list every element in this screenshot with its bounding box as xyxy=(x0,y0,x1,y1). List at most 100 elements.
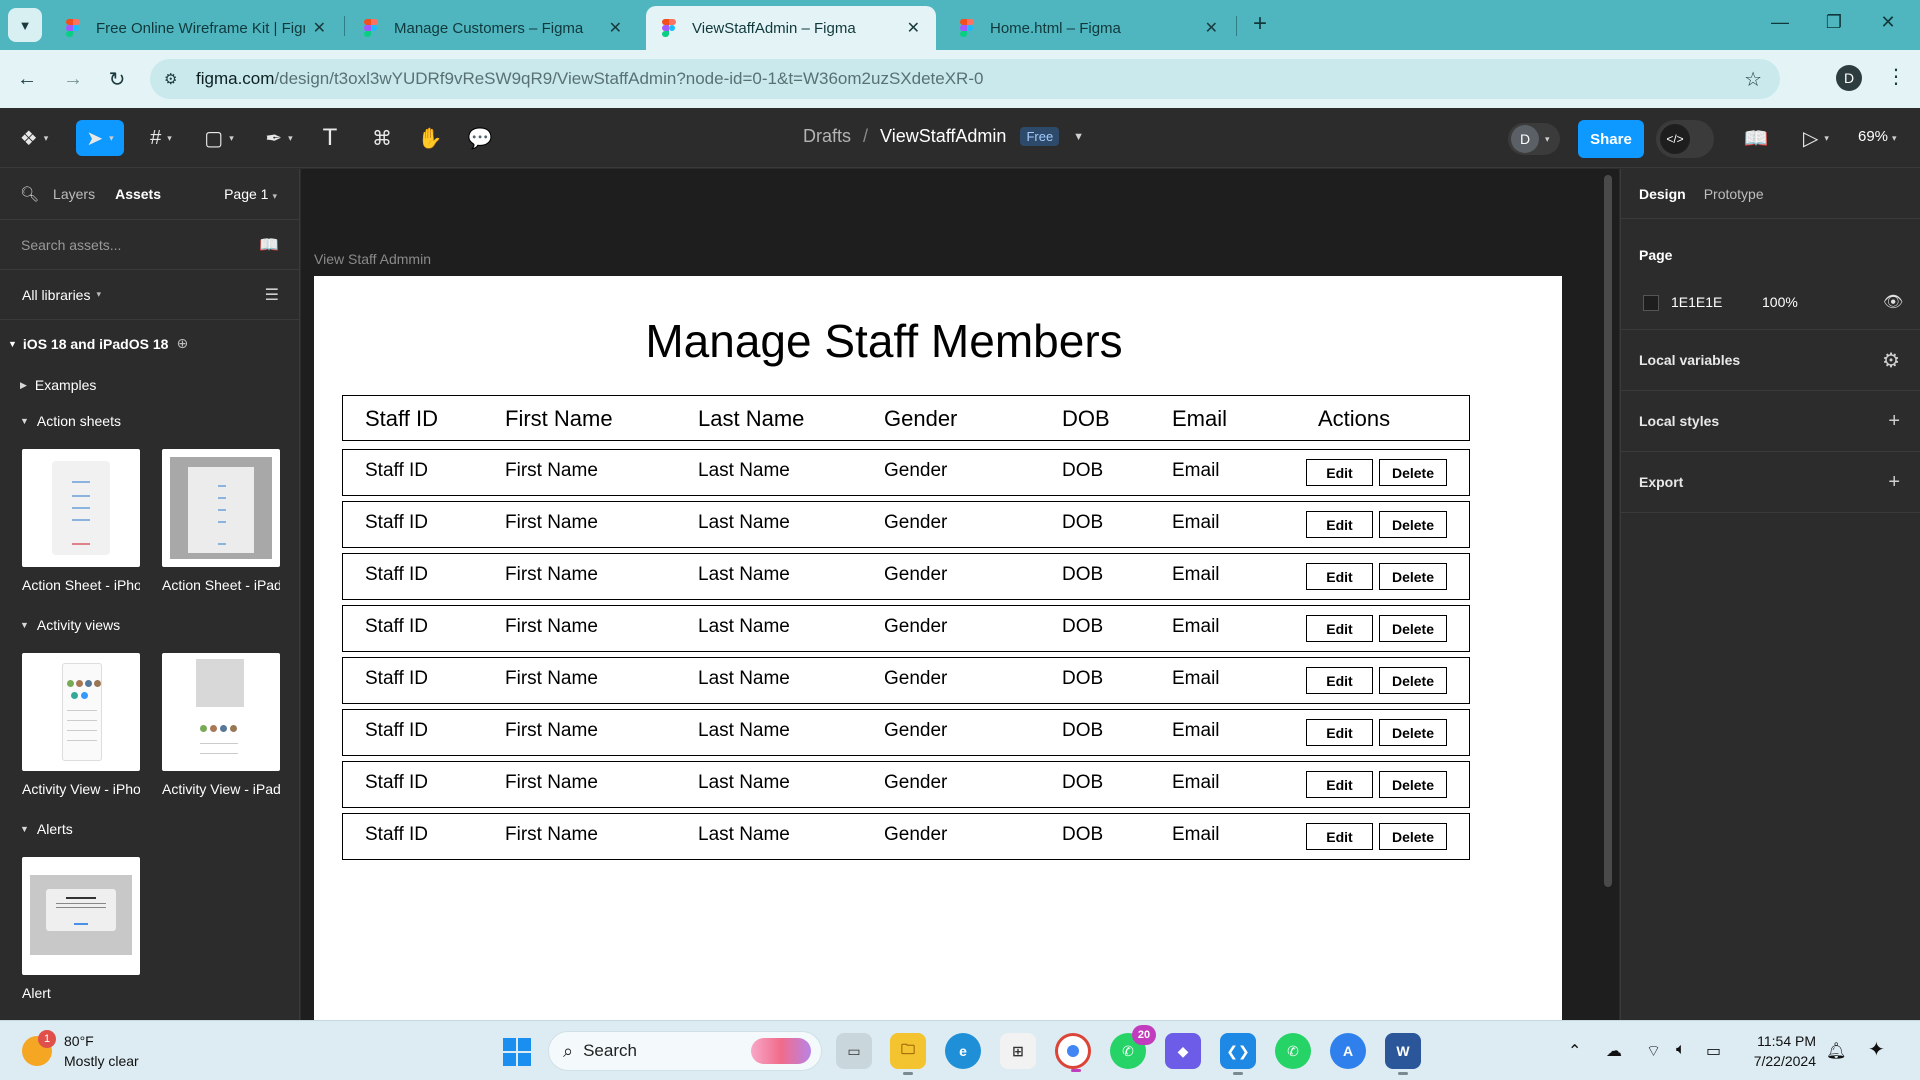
profile-avatar[interactable]: D xyxy=(1836,65,1862,91)
reload-button[interactable]: ↻ xyxy=(102,64,132,94)
book-icon[interactable]: 📖 xyxy=(259,235,279,255)
resources-button[interactable]: ⌘ xyxy=(366,120,398,156)
copilot-icon[interactable]: ✦ xyxy=(1868,1037,1885,1062)
store-icon[interactable]: ⊞ xyxy=(1000,1033,1036,1069)
edit-button[interactable]: Edit xyxy=(1306,771,1373,798)
page-color-swatch[interactable] xyxy=(1643,295,1659,311)
asset-action-sheet-ipad[interactable]: Action Sheet - iPad xyxy=(162,449,280,593)
task-view-icon[interactable]: ▭ xyxy=(836,1033,872,1069)
close-icon[interactable]: ✕ xyxy=(1205,18,1218,38)
zoom-menu[interactable]: 69% ▾ xyxy=(1858,128,1897,145)
tab-assets[interactable]: Assets xyxy=(115,186,161,202)
delete-button[interactable]: Delete xyxy=(1379,667,1447,694)
weather-widget[interactable]: 1 80°F Mostly clear xyxy=(22,1030,139,1071)
design-canvas[interactable]: View Staff Admmin Manage Staff Members S… xyxy=(301,169,1619,1020)
tab-design[interactable]: Design xyxy=(1639,186,1686,202)
section-alerts[interactable]: ▼ Alerts xyxy=(0,811,299,847)
comment-tool-button[interactable]: 💬 xyxy=(464,120,496,156)
wifi-icon[interactable]: ⌔ xyxy=(1646,1041,1661,1061)
share-button[interactable]: Share xyxy=(1578,120,1644,158)
cloud-offline-icon[interactable]: ☁ xyxy=(1606,1041,1622,1061)
close-icon[interactable]: ✕ xyxy=(907,18,920,38)
assets-search[interactable]: Search assets... 📖 xyxy=(0,219,299,269)
asset-activity-view-ipad[interactable]: Activity View - iPad xyxy=(162,653,280,797)
export-row[interactable]: Export + xyxy=(1621,452,1920,513)
chevron-up-icon[interactable]: ⌃ xyxy=(1568,1041,1581,1061)
delete-button[interactable]: Delete xyxy=(1379,459,1447,486)
delete-button[interactable]: Delete xyxy=(1379,563,1447,590)
list-view-icon[interactable]: ☰ xyxy=(265,285,279,305)
plus-icon[interactable]: + xyxy=(1888,471,1900,494)
delete-button[interactable]: Delete xyxy=(1379,719,1447,746)
close-icon[interactable]: ✕ xyxy=(609,18,622,38)
move-tool-button[interactable]: ➤ ▾ xyxy=(76,120,124,156)
whatsapp-icon[interactable]: ✆ 20 xyxy=(1110,1025,1156,1069)
section-examples[interactable]: ▶ Examples xyxy=(0,367,299,403)
file-name[interactable]: ViewStaffAdmin xyxy=(880,126,1006,147)
delete-button[interactable]: Delete xyxy=(1379,511,1447,538)
vertical-scrollbar[interactable] xyxy=(1604,175,1612,887)
plus-icon[interactable]: + xyxy=(1888,410,1900,433)
search-icon[interactable]: 🔍︎ xyxy=(20,185,39,203)
browser-tab-viewstaffadmin[interactable]: ViewStaffAdmin – Figma ✕ xyxy=(646,6,936,50)
browser-tab-manage-customers[interactable]: Manage Customers – Figma ✕ xyxy=(348,6,638,50)
frame-name-label[interactable]: View Staff Admmin xyxy=(314,251,431,267)
local-styles-row[interactable]: Local styles + xyxy=(1621,391,1920,452)
taskbar-search[interactable]: ⌕ Search xyxy=(548,1031,822,1071)
close-window-button[interactable]: ✕ xyxy=(1868,12,1908,33)
vscode-icon[interactable]: ❮❯ xyxy=(1220,1033,1256,1075)
notifications-bell-icon[interactable]: 🔔︎ xyxy=(1826,1041,1846,1061)
system-clock[interactable]: 11:54 PM 7/22/2024 xyxy=(1746,1031,1816,1071)
chevron-down-icon[interactable]: ▼ xyxy=(1073,131,1084,143)
file-explorer-icon[interactable]: 🗀 xyxy=(890,1033,926,1075)
frame-tool-button[interactable]: # ▾ xyxy=(140,120,182,156)
page-selector[interactable]: Page 1 ▾ xyxy=(224,186,277,202)
forward-button[interactable]: → xyxy=(58,64,88,94)
address-bar[interactable]: ⚙ figma.com/design/t3oxl3wYUDRf9vReSW9qR… xyxy=(150,59,1780,99)
library-header[interactable]: ▼ iOS 18 and iPadOS 18 ⊕ xyxy=(0,319,299,367)
delete-button[interactable]: Delete xyxy=(1379,771,1447,798)
volume-icon[interactable]: 🔈︎ xyxy=(1676,1041,1686,1059)
delete-button[interactable]: Delete xyxy=(1379,615,1447,642)
eye-icon[interactable]: 👁︎ xyxy=(1883,292,1903,312)
bookmark-star-icon[interactable]: ☆ xyxy=(1744,67,1762,92)
edit-button[interactable]: Edit xyxy=(1306,823,1373,850)
edit-button[interactable]: Edit xyxy=(1306,667,1373,694)
edge-icon[interactable]: e xyxy=(945,1033,981,1069)
breadcrumb-drafts[interactable]: Drafts xyxy=(803,126,851,147)
tab-prototype[interactable]: Prototype xyxy=(1704,186,1764,202)
edit-button[interactable]: Edit xyxy=(1306,459,1373,486)
chrome-icon[interactable] xyxy=(1055,1033,1091,1072)
pen-tool-button[interactable]: ✒ ▾ xyxy=(258,120,300,156)
delete-button[interactable]: Delete xyxy=(1379,823,1447,850)
whatsapp-business-icon[interactable]: ✆ xyxy=(1275,1033,1311,1069)
text-tool-button[interactable]: T xyxy=(314,120,346,156)
app-cube-icon[interactable]: ◆ xyxy=(1165,1033,1201,1069)
variables-settings-icon[interactable]: ⚙ xyxy=(1882,348,1900,373)
browser-tab-home[interactable]: Home.html – Figma ✕ xyxy=(944,6,1234,50)
word-icon[interactable]: W xyxy=(1385,1033,1421,1075)
tab-search-button[interactable]: ▼ xyxy=(8,8,42,42)
frame-view-staff-admin[interactable]: Manage Staff Members Staff ID First Name… xyxy=(314,276,1562,1020)
search-input[interactable]: Search assets... xyxy=(21,237,121,253)
minimize-button[interactable]: — xyxy=(1760,12,1800,33)
user-avatar-menu[interactable]: D ▾ xyxy=(1508,123,1560,155)
main-menu-button[interactable]: ❖ ▾ xyxy=(16,120,52,156)
tab-layers[interactable]: Layers xyxy=(53,186,95,202)
library-button[interactable]: 📖 xyxy=(1740,120,1772,156)
new-tab-button[interactable]: + xyxy=(1245,10,1275,38)
restore-button[interactable]: ❐ xyxy=(1814,12,1854,33)
battery-icon[interactable]: ▭ xyxy=(1706,1041,1721,1061)
dev-mode-toggle[interactable]: </> xyxy=(1656,120,1714,158)
libraries-dropdown[interactable]: All libraries xyxy=(22,287,90,303)
site-settings-icon[interactable]: ⚙ xyxy=(164,70,184,88)
edit-button[interactable]: Edit xyxy=(1306,615,1373,642)
section-action-sheets[interactable]: ▼ Action sheets xyxy=(0,403,299,439)
browser-menu-icon[interactable]: ⋮ xyxy=(1886,64,1906,89)
url-text[interactable]: figma.com/design/t3oxl3wYUDRf9vReSW9qR9/… xyxy=(196,69,983,89)
back-button[interactable]: ← xyxy=(12,64,42,94)
section-activity-views[interactable]: ▼ Activity views xyxy=(0,607,299,643)
page-opacity[interactable]: 100% xyxy=(1762,294,1798,310)
local-variables-row[interactable]: Local variables ⚙ xyxy=(1621,330,1920,391)
edit-button[interactable]: Edit xyxy=(1306,511,1373,538)
